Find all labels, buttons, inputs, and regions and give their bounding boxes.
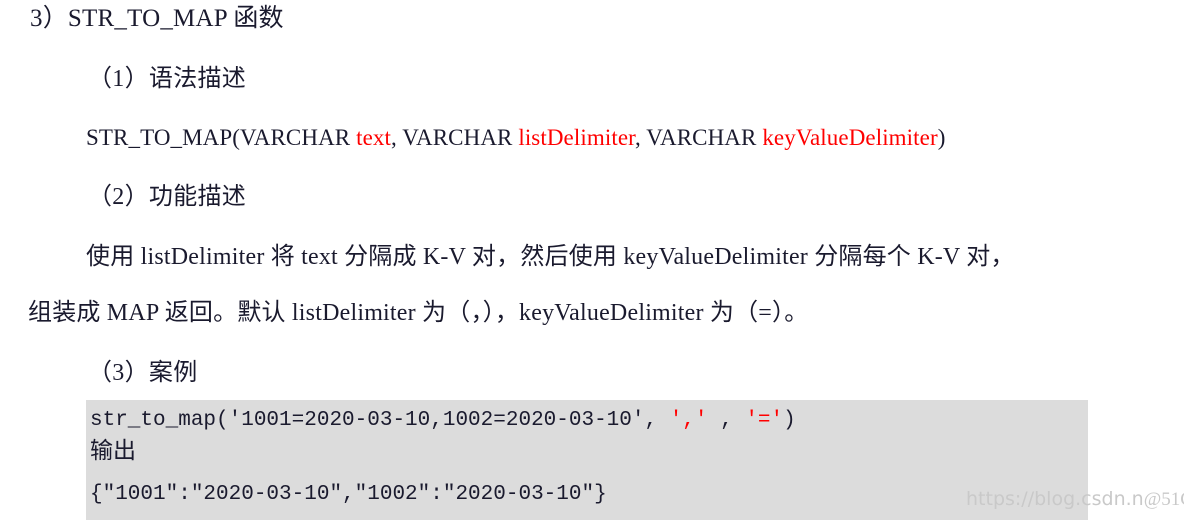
signature-prefix: STR_TO_MAP(VARCHAR (86, 125, 357, 150)
function-description-line-2: 组装成 MAP 返回。默认 listDelimiter 为（，），keyValu… (28, 300, 809, 326)
watermark-account: @51CTO博客 (1143, 489, 1184, 510)
section-title-syntax: （1）语法描述 (88, 66, 247, 92)
signature-separator-2: , VARCHAR (634, 125, 763, 150)
page-title: 3）STR_TO_MAP 函数 (30, 5, 284, 32)
code-closing-paren: ) (783, 409, 796, 432)
signature-closing-paren: ) (937, 125, 946, 150)
code-line-output-value: {"1001":"2020-03-10","1002":"2020-03-10"… (90, 483, 607, 506)
signature-separator-1: , VARCHAR (390, 125, 519, 150)
section-title-function: （2）功能描述 (88, 184, 247, 210)
code-arg-separator: , (707, 409, 746, 432)
code-line-output-label: 输出 (90, 438, 136, 463)
function-description-line-1: 使用 listDelimiter 将 text 分隔成 K-V 对，然后使用 k… (86, 244, 1015, 270)
section-title-example: （3）案例 (88, 360, 198, 386)
signature-param-list-delimiter: listDelimiter (518, 125, 635, 150)
code-literal-comma: ',' (669, 409, 708, 432)
signature-param-text: text (356, 125, 391, 150)
function-signature: STR_TO_MAP(VARCHAR text, VARCHAR listDel… (86, 122, 946, 154)
code-call-expression: str_to_map('1001=2020-03-10,1002=2020-03… (90, 409, 670, 432)
code-literal-equals: '=' (745, 409, 784, 432)
document-page: 3）STR_TO_MAP 函数 （1）语法描述 STR_TO_MAP(VARCH… (0, 0, 1184, 520)
code-line-invocation: str_to_map('1001=2020-03-10,1002=2020-03… (90, 406, 1088, 436)
code-block: str_to_map('1001=2020-03-10,1002=2020-03… (86, 400, 1088, 520)
signature-param-key-value-delimiter: keyValueDelimiter (762, 125, 938, 150)
